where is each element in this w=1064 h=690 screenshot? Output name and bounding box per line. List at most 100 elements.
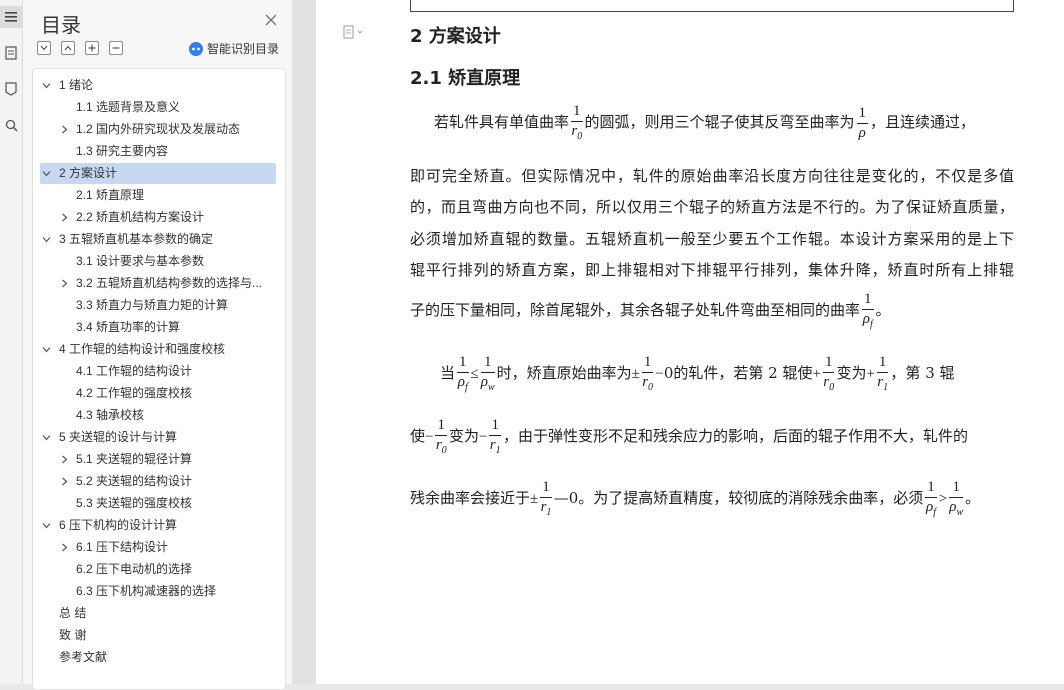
outline-item[interactable]: 5.1 夹送辊的辊径计算 — [33, 449, 273, 470]
outline-item-label: 6.2 压下电动机的选择 — [76, 562, 193, 576]
outline-item[interactable]: 3 五辊矫直机基本参数的确定 — [33, 229, 273, 250]
para1-line2: 即可完全矫直。但实际情况中，轧件的原始曲率沿长度方向往往是变化的，不仅是多值 — [410, 167, 1014, 185]
chevron-right-icon[interactable] — [60, 477, 69, 486]
outline-panel: 目录 智能识别目录 1 绪论 1.1 选题背景及意义 1.2 国内外研究现状及发展动… — [23, 0, 292, 690]
close-icon[interactable] — [263, 12, 279, 28]
chevron-right-icon[interactable] — [60, 213, 69, 222]
outline-item-label: 4.1 工作辊的结构设计 — [76, 364, 193, 378]
outline-item[interactable]: 总 结 — [33, 603, 273, 624]
outline-item-label: 致 谢 — [59, 628, 87, 642]
heading-2-1: 2.1 矫直原理 — [410, 68, 521, 89]
collapse-up-button[interactable] — [61, 41, 75, 55]
outline-item[interactable]: 5.3 夹送辊的强度校核 — [33, 493, 273, 514]
outline-item[interactable]: 4.2 工作辊的强度校核 — [33, 383, 273, 404]
chevron-down-icon[interactable] — [42, 345, 51, 354]
smart-recognize-button[interactable]: 智能识别目录 — [189, 40, 279, 57]
add-heading-button[interactable] — [85, 41, 99, 55]
para1-line5: 辊平行排列的矫直方案，即上排辊相对下排辊平行排列，集体升降，矫直时所有上排辊 — [410, 261, 1014, 279]
outline-item[interactable]: 6.1 压下结构设计 — [33, 537, 273, 558]
outline-item-label: 6.3 压下机构减速器的选择 — [76, 584, 217, 598]
outline-item[interactable]: 4.1 工作辊的结构设计 — [33, 361, 273, 382]
outline-item[interactable]: 2.1 矫直原理 — [33, 185, 273, 206]
tag-icon[interactable] — [0, 78, 22, 100]
outline-item-label: 6 压下机构的设计计算 — [59, 518, 178, 532]
chevron-down-icon[interactable] — [42, 433, 51, 442]
chevron-right-icon[interactable] — [60, 543, 69, 552]
outline-item-label: 3.2 五辊矫直机结构参数的选择与... — [76, 276, 263, 290]
outline-item-label: 5.2 夹送辊的结构设计 — [76, 474, 193, 488]
outline-item[interactable]: 1.2 国内外研究现状及发展动态 — [33, 119, 273, 140]
outline-item-label: 5 夹送辊的设计与计算 — [59, 430, 178, 444]
outline-item-label: 参考文献 — [59, 650, 108, 664]
para2-line2: 使− 1 r0 变为− 1 r1 ，由于弹性变形不足和残余应力的影响，后面的辊子作用不大，轧… — [410, 417, 968, 456]
menu-icon[interactable] — [0, 6, 22, 28]
remove-heading-button[interactable] — [109, 41, 123, 55]
outline-item[interactable]: 1.1 选题背景及意义 — [33, 97, 273, 118]
outline-item-label: 1.1 选题背景及意义 — [76, 100, 181, 114]
smart-recognize-label: 智能识别目录 — [207, 42, 280, 56]
outline-item[interactable]: 3.3 矫直力与矫直力矩的计算 — [33, 295, 273, 316]
outline-item-label: 1.2 国内外研究现状及发展动态 — [76, 122, 241, 136]
chevron-down-icon[interactable] — [42, 169, 51, 178]
outline-item-label: 2.1 矫直原理 — [76, 188, 145, 202]
previous-page-border — [410, 0, 1014, 12]
outline-item[interactable]: 6.3 压下机构减速器的选择 — [33, 581, 273, 602]
outline-item[interactable]: 2.2 矫直机结构方案设计 — [33, 207, 273, 228]
outline-item-label: 4.3 轴承校核 — [76, 408, 145, 422]
smart-recognize-icon — [189, 41, 203, 56]
chevron-right-icon[interactable] — [60, 279, 69, 288]
outline-item-label: 4.2 工作辊的强度校核 — [76, 386, 193, 400]
document-icon[interactable] — [0, 42, 22, 64]
collapse-down-button[interactable] — [37, 41, 51, 55]
panel-title: 目录 — [41, 13, 81, 37]
outline-item-label: 2.2 矫直机结构方案设计 — [76, 210, 205, 224]
outline-tree: 1 绪论 1.1 选题背景及意义 1.2 国内外研究现状及发展动态 1.3 研究主要内… — [32, 68, 286, 690]
outline-item[interactable]: 致 谢 — [33, 625, 273, 646]
outline-item[interactable]: 4.3 轴承校核 — [33, 405, 273, 426]
outline-item[interactable]: 5 夹送辊的设计与计算 — [33, 427, 273, 448]
outline-item-label: 3.1 设计要求与基本参数 — [76, 254, 205, 268]
chevron-down-icon[interactable] — [42, 521, 51, 530]
chevron-down-icon[interactable] — [42, 235, 51, 244]
page-menu-icon[interactable] — [343, 24, 365, 43]
fraction-1-over-rho: 1ρ — [856, 104, 869, 141]
outline-item-label: 2 方案设计 — [59, 166, 118, 180]
outline-item-label: 5.1 夹送辊的辊径计算 — [76, 452, 193, 466]
outline-item[interactable]: 2 方案设计 — [40, 163, 276, 184]
fraction-1-over-r0: 1 r0 — [571, 103, 583, 142]
outline-item-label: 3.4 矫直功率的计算 — [76, 320, 181, 334]
outline-item[interactable]: 6.2 压下电动机的选择 — [33, 559, 273, 580]
para1-line1: 若轧件具有单值曲率 1 r0 的圆弧，则用三个辊子使其反弯至曲率为 1 ρ ，且连续通过， — [434, 103, 976, 142]
outline-item-label: 1.3 研究主要内容 — [76, 144, 169, 158]
chevron-right-icon[interactable] — [60, 455, 69, 464]
outline-item[interactable]: 3.1 设计要求与基本参数 — [33, 251, 273, 272]
para1-line6: 子的压下量相同，除首尾辊外，其余各辊子处轧件弯曲至相同的曲率 1 ρf。 — [410, 291, 891, 330]
outline-item[interactable]: 4 工作辊的结构设计和强度校核 — [33, 339, 273, 360]
outline-item-label: 5.3 夹送辊的强度校核 — [76, 496, 193, 510]
outline-item-label: 1 绪论 — [59, 78, 94, 92]
outline-item[interactable]: 3.4 矫直功率的计算 — [33, 317, 273, 338]
chevron-right-icon[interactable] — [60, 125, 69, 134]
side-rail — [0, 0, 23, 684]
fraction-1-over-rho-f: 1 ρf — [862, 291, 874, 330]
outline-item[interactable]: 5.2 夹送辊的结构设计 — [33, 471, 273, 492]
outline-item-label: 3.3 矫直力与矫直力矩的计算 — [76, 298, 229, 312]
page-gutter — [292, 0, 316, 684]
outline-item[interactable]: 3.2 五辊矫直机结构参数的选择与... — [33, 273, 273, 294]
para1-line3: 的，而且弯曲方向也不同，所以仅用三个辊子的矫直方法是不行的。为了保证矫直质量， — [410, 198, 1014, 216]
para2-line1: 当 1 ρf ≤1 ρw 时，矫直原始曲率为± 1 r0 −0的轧件，若第 2 辊使+ 1 r0 变为… — [440, 354, 955, 393]
outline-item-label: 总 结 — [59, 606, 87, 620]
para2-line3: 残余曲率会接近于± 1 r1 —0。为了提高矫直精度，较彻底的消除残余曲率，必须 1 ρf… — [410, 479, 981, 518]
outline-item[interactable]: 1.3 研究主要内容 — [33, 141, 273, 162]
outline-item[interactable]: 1 绪论 — [33, 75, 273, 96]
outline-item-label: 4 工作辊的结构设计和强度校核 — [59, 342, 226, 356]
document-page: 2 方案设计 2.1 矫直原理 若轧件具有单值曲率 1 r0 的圆弧，则用三个辊子使其… — [316, 0, 1064, 684]
para1-line4: 必须增加矫直辊的数量。五辊矫直机一般至少要五个工作辊。本设计方案采用的是上下 — [410, 230, 1014, 248]
search-icon[interactable] — [0, 114, 22, 136]
heading-2: 2 方案设计 — [410, 26, 501, 47]
outline-item[interactable]: 参考文献 — [33, 647, 273, 668]
outline-item-label: 3 五辊矫直机基本参数的确定 — [59, 232, 214, 246]
outline-item-label: 6.1 压下结构设计 — [76, 540, 169, 554]
chevron-down-icon[interactable] — [42, 81, 51, 90]
outline-item[interactable]: 6 压下机构的设计计算 — [33, 515, 273, 536]
